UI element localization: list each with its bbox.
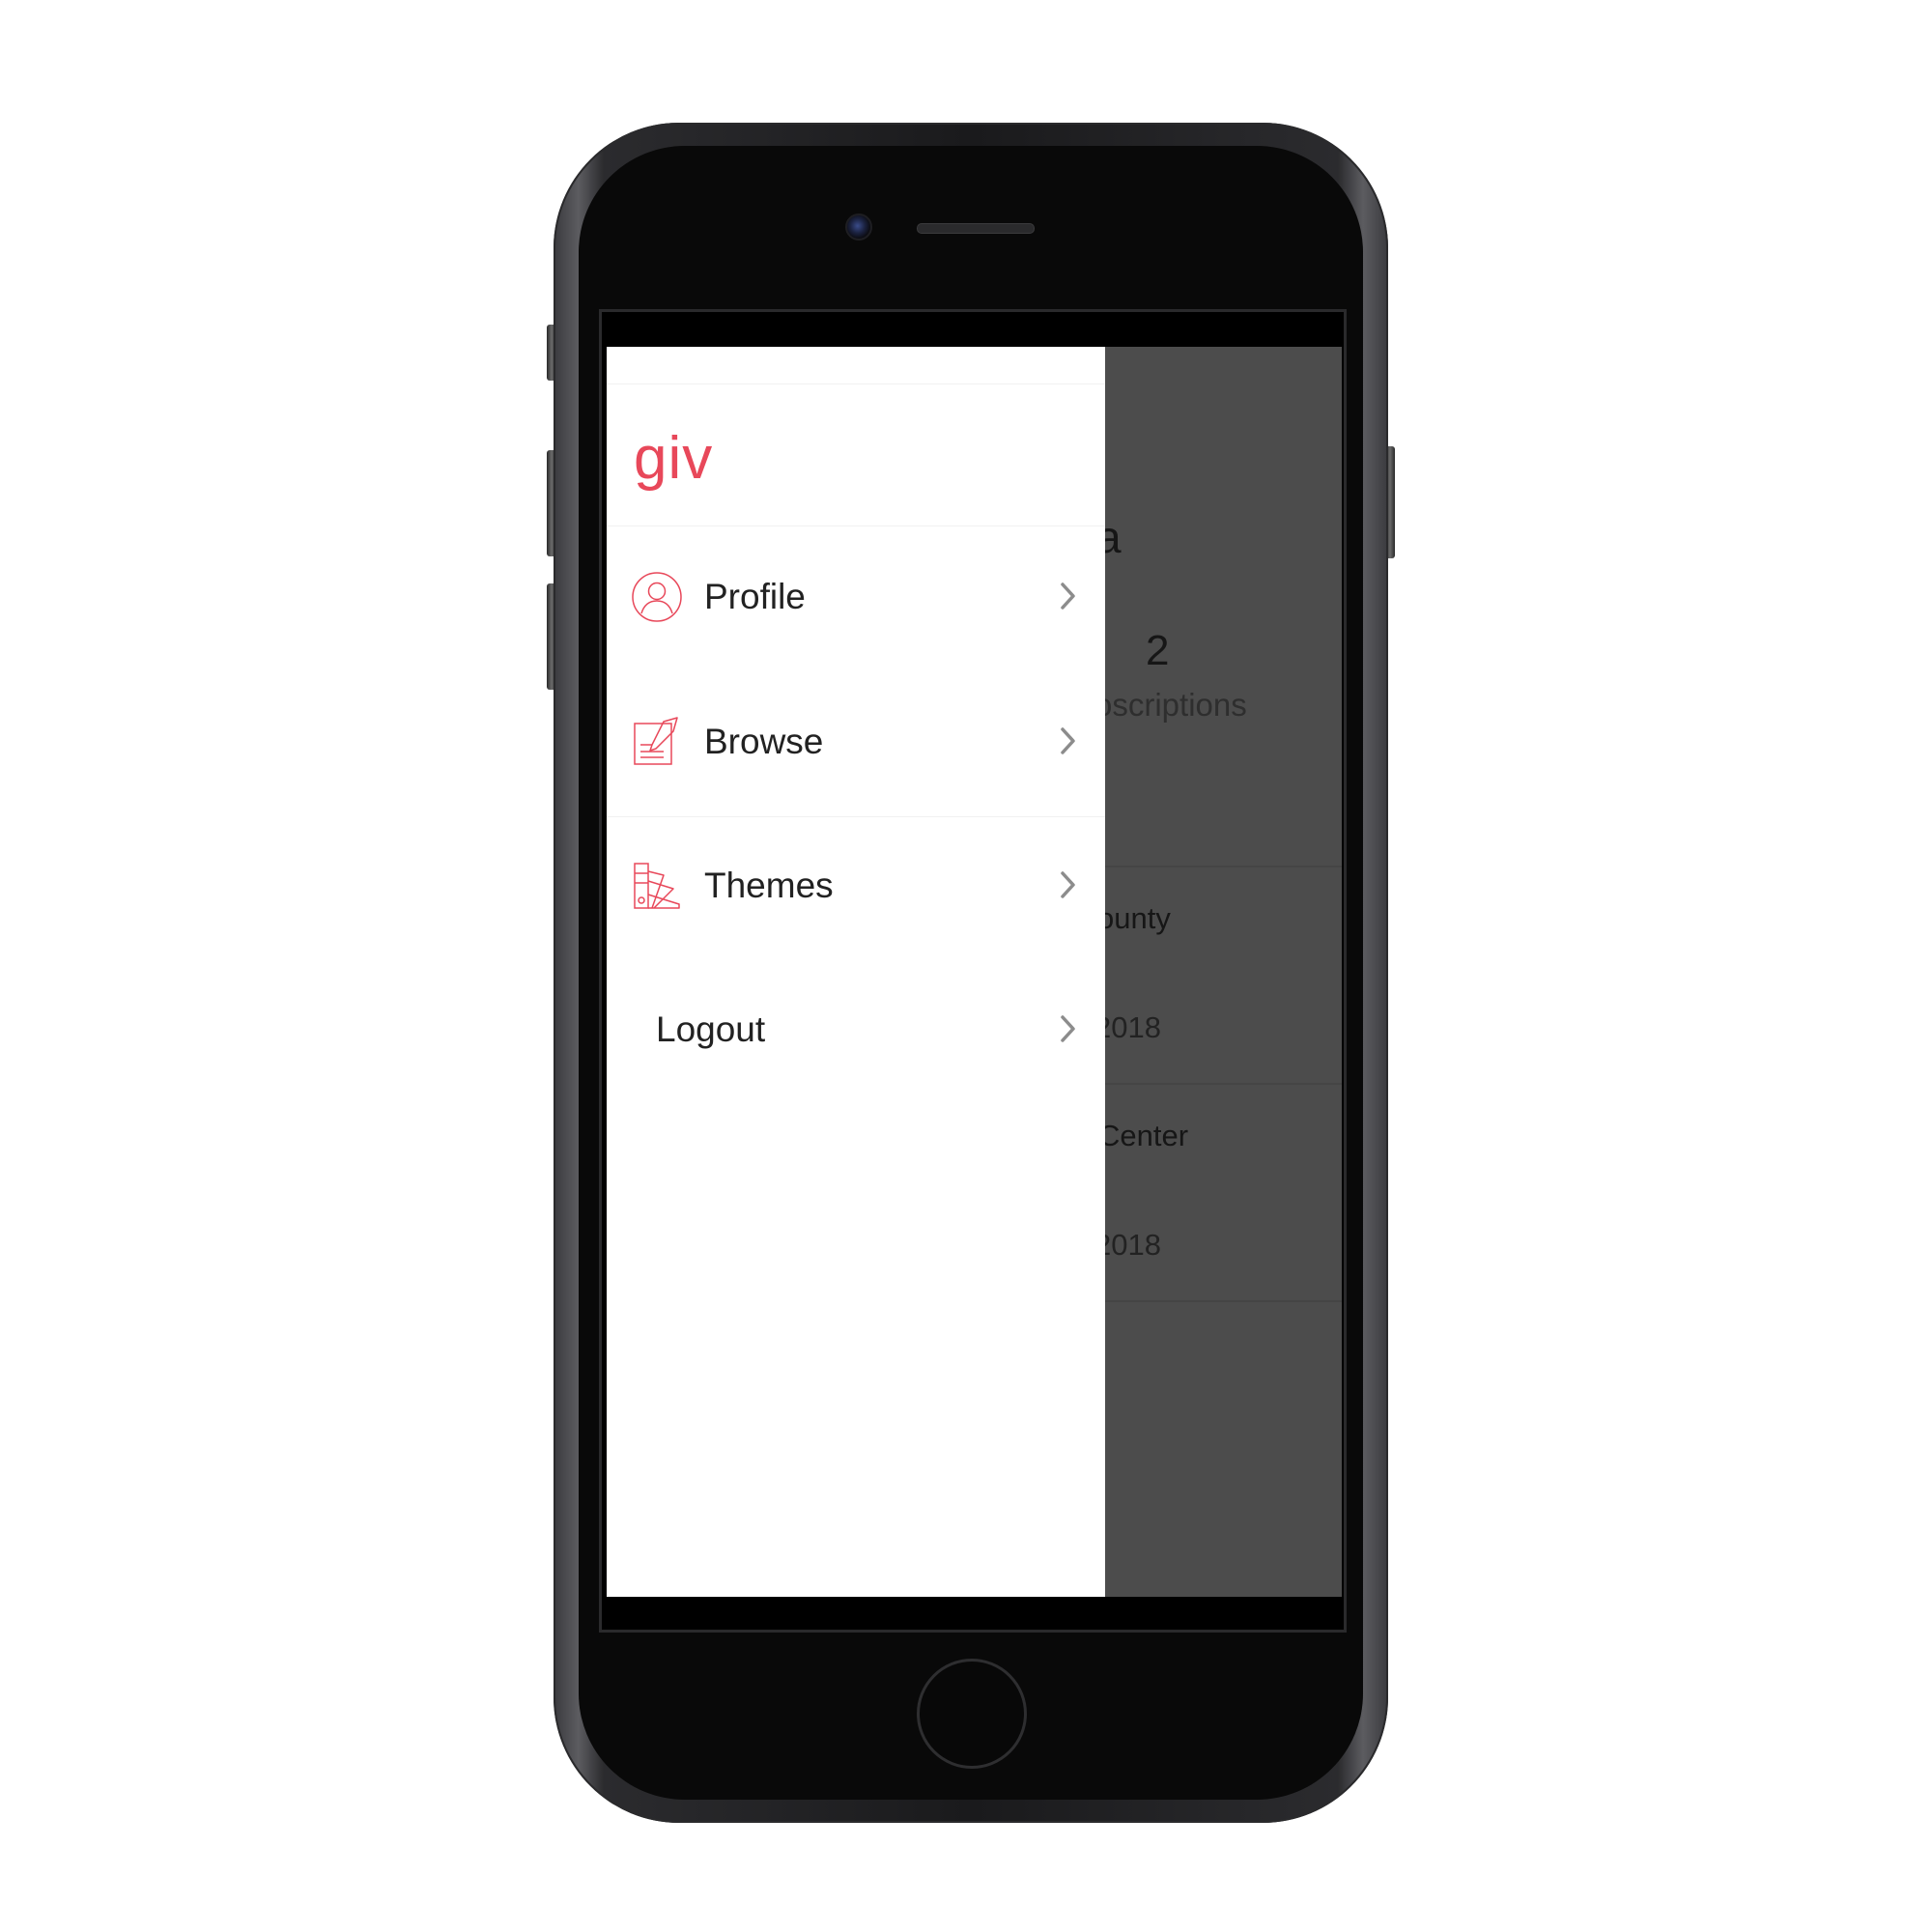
chevron-right-icon bbox=[1061, 727, 1075, 754]
color-swatch-icon bbox=[634, 863, 680, 909]
stage: a 2 oscriptions ounty 2018 Center 2018 g… bbox=[0, 0, 1932, 1932]
drawer-item-browse[interactable]: Browse bbox=[607, 693, 1105, 789]
subscriptions-count: 2 bbox=[1146, 627, 1170, 674]
subscriptions-label-fragment: oscriptions bbox=[1094, 687, 1247, 723]
chevron-right-icon bbox=[1061, 582, 1075, 610]
drawer-item-label: Logout bbox=[656, 1009, 766, 1049]
screen: a 2 oscriptions ounty 2018 Center 2018 g… bbox=[607, 347, 1342, 1597]
row-divider bbox=[1090, 1300, 1342, 1302]
navigation-drawer: giv Profile Browse Themes Logout bbox=[607, 347, 1105, 1597]
drawer-item-themes[interactable]: Themes bbox=[607, 837, 1105, 933]
app-logo: giv bbox=[634, 425, 714, 492]
row-title-fragment: Center bbox=[1098, 1119, 1189, 1152]
drawer-item-label: Themes bbox=[704, 866, 834, 905]
user-circle-icon bbox=[632, 572, 682, 622]
row-title-fragment: ounty bbox=[1097, 901, 1171, 935]
row-divider bbox=[1090, 866, 1342, 867]
chevron-right-icon bbox=[1061, 1015, 1075, 1042]
row-divider bbox=[1090, 1083, 1342, 1085]
drawer-item-logout[interactable]: Logout bbox=[607, 980, 1105, 1077]
earpiece-speaker bbox=[917, 223, 1035, 234]
drawer-divider bbox=[607, 816, 1105, 817]
drawer-item-label: Profile bbox=[704, 577, 806, 616]
chevron-right-icon bbox=[1061, 871, 1075, 898]
front-camera bbox=[845, 213, 872, 241]
edit-document-icon bbox=[634, 717, 678, 765]
drawer-item-label: Browse bbox=[704, 722, 824, 761]
drawer-item-profile[interactable]: Profile bbox=[607, 548, 1105, 644]
home-button[interactable] bbox=[917, 1659, 1027, 1769]
